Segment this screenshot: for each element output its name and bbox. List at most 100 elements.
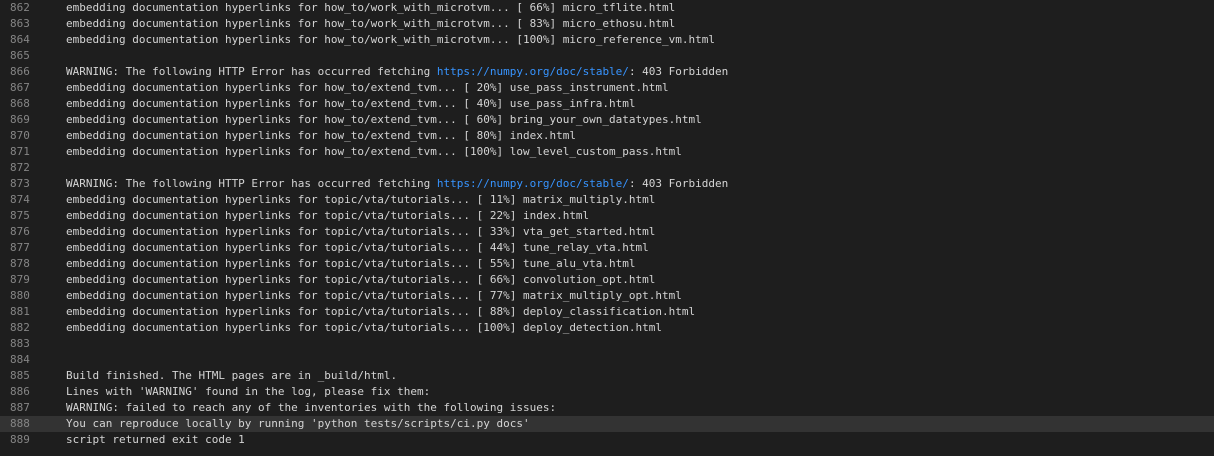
line-text: embedding documentation hyperlinks for h…: [66, 80, 669, 96]
log-line: 876 embedding documentation hyperlinks fo…: [0, 224, 1214, 240]
line-text-segment: embedding documentation hyperlinks for h…: [66, 81, 669, 94]
line-text-segment: You can reproduce locally by running 'py…: [66, 417, 530, 430]
line-text: embedding documentation hyperlinks for h…: [66, 112, 702, 128]
line-number: 881: [10, 305, 30, 318]
line-number: 887: [10, 401, 30, 414]
line-text: embedding documentation hyperlinks for t…: [66, 224, 655, 240]
line-text-segment: Lines with 'WARNING' found in the log, p…: [66, 385, 431, 398]
line-text: WARNING: The following HTTP Error has oc…: [66, 176, 728, 192]
line-text: script returned exit code 1: [66, 432, 245, 448]
log-line: 862 embedding documentation hyperlinks fo…: [0, 0, 1214, 16]
log-line: 878 embedding documentation hyperlinks fo…: [0, 256, 1214, 272]
line-text-segment: embedding documentation hyperlinks for t…: [66, 321, 663, 334]
line-number: 872: [10, 161, 30, 174]
line-text: WARNING: failed to reach any of the inve…: [66, 400, 556, 416]
line-number: 864: [10, 33, 30, 46]
log-line: 875 embedding documentation hyperlinks fo…: [0, 208, 1214, 224]
log-line: 864 embedding documentation hyperlinks fo…: [0, 32, 1214, 48]
line-number: 867: [10, 81, 30, 94]
log-line: 882 embedding documentation hyperlinks fo…: [0, 320, 1214, 336]
line-text-segment: embedding documentation hyperlinks for h…: [66, 113, 702, 126]
line-text: WARNING: The following HTTP Error has oc…: [66, 64, 728, 80]
line-number: 870: [10, 129, 30, 142]
line-text-segment: embedding documentation hyperlinks for t…: [66, 193, 656, 206]
line-text-segment: embedding documentation hyperlinks for h…: [66, 17, 676, 30]
line-text: embedding documentation hyperlinks for t…: [66, 192, 655, 208]
line-text-segment: embedding documentation hyperlinks for t…: [66, 305, 696, 318]
line-text-segment: embedding documentation hyperlinks for t…: [66, 209, 590, 222]
line-text-segment: embedding documentation hyperlinks for h…: [66, 129, 576, 142]
log-line: 887 WARNING: failed to reach any of the i…: [0, 400, 1214, 416]
line-number: 874: [10, 193, 30, 206]
line-text-segment: embedding documentation hyperlinks for t…: [66, 257, 636, 270]
log-line: 865: [0, 48, 1214, 64]
line-number: 878: [10, 257, 30, 270]
line-text-segment: Build finished. The HTML pages are in _b…: [66, 369, 398, 382]
line-text: embedding documentation hyperlinks for h…: [66, 128, 576, 144]
line-number: 862: [10, 1, 30, 14]
log-line: 871 embedding documentation hyperlinks fo…: [0, 144, 1214, 160]
numpy-doc-link[interactable]: https://numpy.org/doc/stable/: [437, 65, 629, 78]
line-text-segment: script returned exit code 1: [66, 433, 245, 446]
log-line: 874 embedding documentation hyperlinks fo…: [0, 192, 1214, 208]
console-log: 862 embedding documentation hyperlinks fo…: [0, 0, 1214, 456]
line-text-segment: embedding documentation hyperlinks for t…: [66, 241, 649, 254]
log-line: 872: [0, 160, 1214, 176]
line-text: embedding documentation hyperlinks for t…: [66, 240, 649, 256]
line-text: embedding documentation hyperlinks for h…: [66, 96, 636, 112]
line-text: embedding documentation hyperlinks for t…: [66, 256, 636, 272]
line-text-segment: embedding documentation hyperlinks for t…: [66, 289, 682, 302]
line-text: embedding documentation hyperlinks for t…: [66, 320, 662, 336]
line-text-segment: embedding documentation hyperlinks for t…: [66, 273, 656, 286]
log-line: 869 embedding documentation hyperlinks fo…: [0, 112, 1214, 128]
line-number: 863: [10, 17, 30, 30]
line-number: 886: [10, 385, 30, 398]
log-line: 886 Lines with 'WARNING' found in the log…: [0, 384, 1214, 400]
line-text: Lines with 'WARNING' found in the log, p…: [66, 384, 430, 400]
log-line: 883: [0, 336, 1214, 352]
log-line: 889 script returned exit code 1: [0, 432, 1214, 448]
line-number: 871: [10, 145, 30, 158]
line-text: embedding documentation hyperlinks for t…: [66, 288, 682, 304]
line-number: 866: [10, 65, 30, 78]
line-text: You can reproduce locally by running 'py…: [66, 416, 530, 432]
line-text: embedding documentation hyperlinks for t…: [66, 304, 695, 320]
line-text: embedding documentation hyperlinks for h…: [66, 144, 682, 160]
log-line: 888 You can reproduce locally by running …: [0, 416, 1214, 432]
log-line: 867 embedding documentation hyperlinks fo…: [0, 80, 1214, 96]
line-text-segment: : 403 Forbidden: [628, 65, 729, 78]
line-number: 868: [10, 97, 30, 110]
line-number: 873: [10, 177, 30, 190]
line-text-segment: WARNING: The following HTTP Error has oc…: [66, 177, 437, 190]
line-text-segment: embedding documentation hyperlinks for h…: [66, 145, 682, 158]
line-number: 877: [10, 241, 30, 254]
line-text-segment: : 403 Forbidden: [628, 177, 729, 190]
line-text: embedding documentation hyperlinks for t…: [66, 208, 589, 224]
numpy-doc-link[interactable]: https://numpy.org/doc/stable/: [437, 177, 629, 190]
log-line: 884: [0, 352, 1214, 368]
line-text-segment: embedding documentation hyperlinks for t…: [66, 225, 656, 238]
line-text-segment: embedding documentation hyperlinks for h…: [66, 33, 716, 46]
line-number: 883: [10, 337, 30, 350]
line-number: 880: [10, 289, 30, 302]
line-text: Build finished. The HTML pages are in _b…: [66, 368, 397, 384]
log-line: 870 embedding documentation hyperlinks fo…: [0, 128, 1214, 144]
line-number: 869: [10, 113, 30, 126]
log-line: 863 embedding documentation hyperlinks fo…: [0, 16, 1214, 32]
line-text: embedding documentation hyperlinks for h…: [66, 16, 675, 32]
line-number: 885: [10, 369, 30, 382]
line-text: embedding documentation hyperlinks for h…: [66, 0, 675, 16]
line-text: embedding documentation hyperlinks for h…: [66, 32, 715, 48]
line-number: 875: [10, 209, 30, 222]
line-number: 882: [10, 321, 30, 334]
line-text-segment: embedding documentation hyperlinks for h…: [66, 1, 676, 14]
log-line: 885 Build finished. The HTML pages are in…: [0, 368, 1214, 384]
line-number: 876: [10, 225, 30, 238]
line-number: 884: [10, 353, 30, 366]
line-text-segment: WARNING: failed to reach any of the inve…: [66, 401, 557, 414]
line-text: embedding documentation hyperlinks for t…: [66, 272, 655, 288]
line-number: 889: [10, 433, 30, 446]
line-number: 888: [10, 417, 30, 430]
log-line: 877 embedding documentation hyperlinks fo…: [0, 240, 1214, 256]
line-number: 865: [10, 49, 30, 62]
